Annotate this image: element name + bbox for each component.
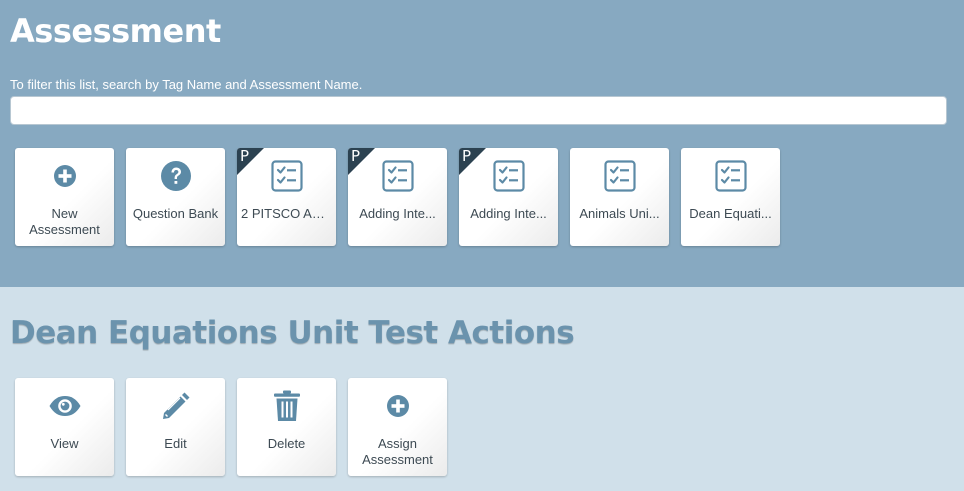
question-circle-icon: [126, 160, 225, 192]
assessment-tile[interactable]: Animals Uni...: [570, 148, 669, 246]
tile-label: Question Bank: [132, 206, 219, 221]
page-title: Assessment: [10, 12, 221, 50]
tile-label: Dean Equati...: [689, 206, 772, 221]
action-label: Edit: [164, 436, 187, 451]
tile-label: New Assessment: [29, 206, 100, 237]
assessment-tile[interactable]: P 2 PITSCO AD...: [237, 148, 336, 246]
assessment-tile[interactable]: P Adding Inte...: [459, 148, 558, 246]
assessment-header-panel: Assessment To filter this list, search b…: [0, 0, 964, 287]
assign-assessment-button[interactable]: Assign Assessment: [348, 378, 447, 476]
action-label: Delete: [267, 436, 306, 451]
new-assessment-tile[interactable]: New Assessment: [15, 148, 114, 246]
assessment-tile[interactable]: Dean Equati...: [681, 148, 780, 246]
eye-icon: [15, 390, 114, 422]
checklist-icon: [681, 160, 780, 192]
plus-circle-icon: [348, 390, 447, 422]
tile-label: 2 PITSCO AD...: [241, 206, 332, 221]
action-label: Assign Assessment: [362, 436, 433, 467]
tile-label: Adding Inte...: [470, 206, 547, 221]
tile-label: Adding Inte...: [359, 206, 436, 221]
edit-button[interactable]: Edit: [126, 378, 225, 476]
question-bank-tile[interactable]: Question Bank: [126, 148, 225, 246]
checklist-icon: [348, 160, 447, 192]
search-input[interactable]: [10, 96, 947, 125]
tile-label: Animals Uni...: [579, 206, 660, 221]
filter-hint: To filter this list, search by Tag Name …: [10, 77, 363, 92]
checklist-icon: [237, 160, 336, 192]
actions-title: Dean Equations Unit Test Actions: [10, 315, 575, 351]
view-button[interactable]: View: [15, 378, 114, 476]
action-label: View: [50, 436, 79, 451]
trash-icon: [237, 390, 336, 422]
checklist-icon: [570, 160, 669, 192]
assessment-tile[interactable]: P Adding Inte...: [348, 148, 447, 246]
plus-circle-icon: [15, 160, 114, 192]
checklist-icon: [459, 160, 558, 192]
delete-button[interactable]: Delete: [237, 378, 336, 476]
pencil-icon: [126, 390, 225, 422]
